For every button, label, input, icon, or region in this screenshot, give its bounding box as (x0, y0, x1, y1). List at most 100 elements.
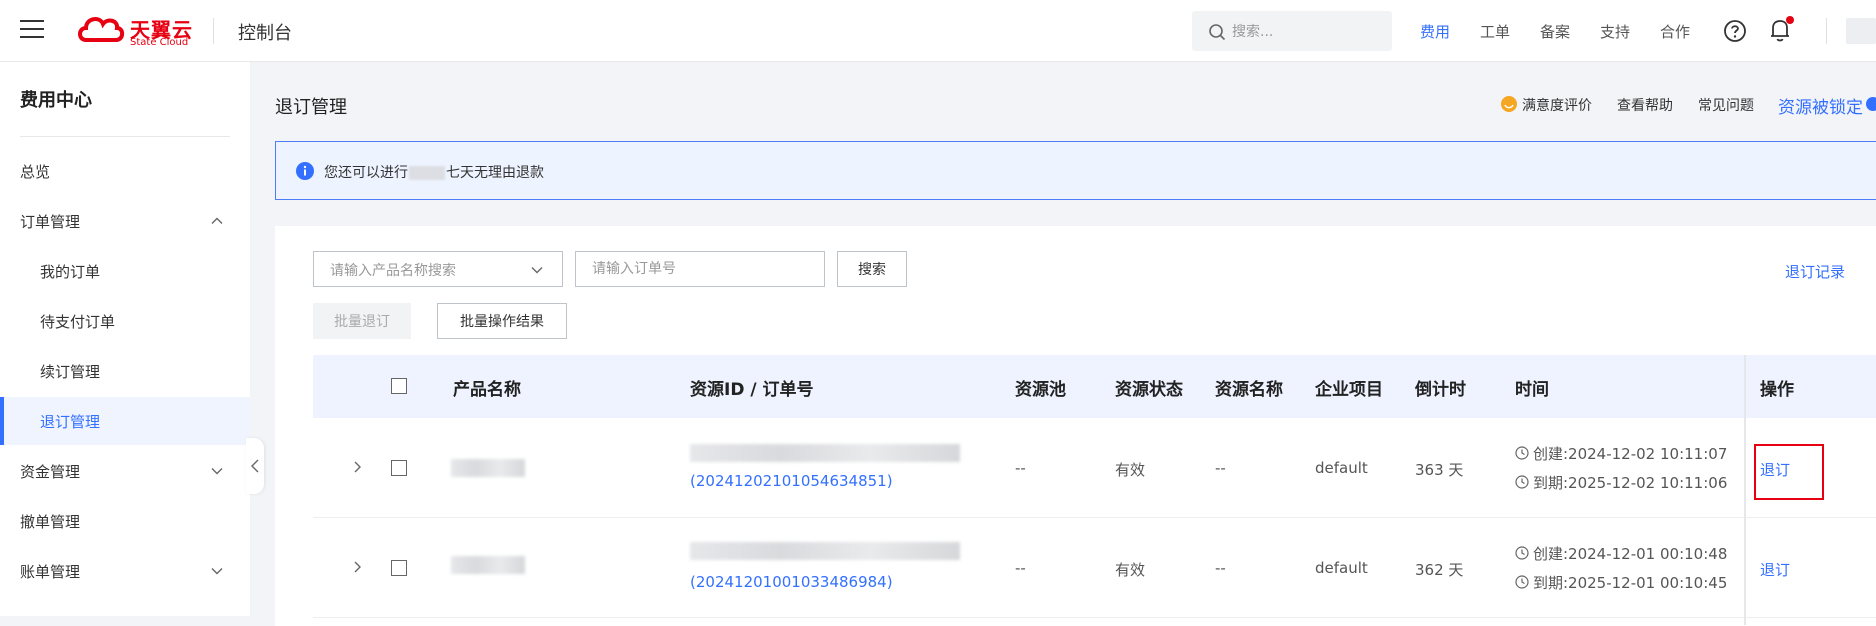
notice-suffix: 七天无理由退款 (446, 165, 544, 181)
resource-name: -- (1215, 559, 1226, 577)
header-divider-right (1826, 18, 1827, 44)
column-header: 资源ID / 订单号 (690, 380, 814, 400)
help-link[interactable]: 查看帮助 (1617, 95, 1673, 115)
sidebar-item-overview[interactable]: 总览 (0, 147, 250, 195)
column-header: 时间 (1515, 380, 1549, 400)
operation-column-divider (1744, 355, 1746, 625)
row-checkbox[interactable] (391, 460, 407, 476)
table-header: 产品名称 资源ID / 订单号 资源池 资源状态 资源名称 企业项目 倒计时 时… (313, 355, 1876, 418)
redacted-resource-id (690, 542, 960, 560)
expire-time-text: 到期:2025-12-02 10:11:06 (1533, 474, 1728, 492)
top-bar: 天翼云 State Cloud 控制台 费用 工单 备案 支持 合作 (0, 0, 1876, 62)
sidebar-item-bill-management[interactable]: 账单管理 (0, 547, 250, 595)
select-all-checkbox[interactable] (391, 378, 407, 394)
column-header: 企业项目 (1315, 380, 1383, 400)
column-header: 倒计时 (1415, 380, 1466, 400)
nav-support[interactable]: 支持 (1600, 21, 1630, 42)
locked-badge-icon (1866, 97, 1876, 111)
expand-row-icon[interactable] (353, 460, 363, 474)
satisfaction-link[interactable]: 满意度评价 (1522, 95, 1592, 115)
sidebar-item-pending-orders[interactable]: 待支付订单 (0, 297, 250, 345)
column-header: 操作 (1760, 380, 1794, 400)
sidebar-item-order-management[interactable]: 订单管理 (0, 197, 250, 245)
resource-pool: -- (1015, 559, 1026, 577)
unsubscribe-record-link[interactable]: 退订记录 (1785, 261, 1845, 282)
order-number-input[interactable] (575, 251, 825, 287)
sidebar-item-label: 总览 (20, 163, 51, 181)
global-search[interactable] (1192, 11, 1392, 51)
chevron-down-icon (531, 267, 543, 274)
console-title[interactable]: 控制台 (238, 19, 292, 45)
chevron-down-icon (211, 468, 223, 475)
clock-icon (1515, 475, 1529, 489)
cloud-logo-icon (78, 17, 125, 42)
brand-logo[interactable]: 天翼云 State Cloud (76, 12, 206, 50)
order-number[interactable]: (20241201001033486984) (690, 573, 893, 591)
nav-tickets[interactable]: 工单 (1480, 21, 1510, 42)
expire-time-text: 到期:2025-12-01 00:10:45 (1533, 574, 1728, 592)
faq-link[interactable]: 常见问题 (1698, 95, 1754, 115)
created-time-text: 创建:2024-12-01 00:10:48 (1533, 545, 1728, 563)
clock-icon (1515, 546, 1529, 560)
notification-dot (1786, 16, 1794, 24)
product-name-select[interactable]: 请输入产品名称搜索 (313, 251, 563, 287)
sidebar-item-withdrawal-management[interactable]: 撤单管理 (0, 497, 250, 545)
order-number[interactable]: (20241202101054634851) (690, 472, 893, 490)
brand-name-en: State Cloud (130, 37, 189, 48)
clock-icon (1515, 575, 1529, 589)
sidebar-item-renewal-management[interactable]: 续订管理 (0, 347, 250, 395)
avatar[interactable] (1846, 18, 1876, 44)
search-icon (1209, 24, 1226, 41)
highlight-box (1754, 444, 1824, 500)
sidebar-collapse-toggle[interactable] (246, 438, 264, 494)
redacted-product-name (451, 556, 525, 574)
expand-row-icon[interactable] (353, 560, 363, 574)
search-button[interactable]: 搜索 (837, 251, 907, 287)
resource-status: 有效 (1115, 561, 1146, 579)
sidebar-item-label: 撤单管理 (20, 513, 81, 531)
product-select-placeholder: 请输入产品名称搜索 (330, 263, 456, 279)
created-time: 创建:2024-12-01 00:10:48 (1515, 543, 1727, 564)
created-time-text: 创建:2024-12-02 10:11:07 (1533, 445, 1728, 463)
nav-partner[interactable]: 合作 (1660, 21, 1690, 42)
sidebar-item-label: 退订管理 (40, 413, 101, 431)
countdown: 362 天 (1415, 561, 1464, 579)
row-checkbox[interactable] (391, 560, 407, 576)
smile-icon (1501, 96, 1517, 112)
chevron-up-icon (211, 217, 223, 224)
info-icon (296, 162, 314, 180)
sidebar: 费用中心 总览 订单管理 我的订单 待支付订单 续订管理 退订管理 资金管理 撤… (0, 62, 250, 616)
expire-time: 到期:2025-12-02 10:11:06 (1515, 472, 1727, 493)
clock-icon (1515, 446, 1529, 460)
batch-results-button[interactable]: 批量操作结果 (437, 303, 567, 339)
sidebar-item-my-orders[interactable]: 我的订单 (0, 247, 250, 295)
column-header: 资源状态 (1115, 380, 1183, 400)
sidebar-item-fund-management[interactable]: 资金管理 (0, 447, 250, 495)
global-search-input[interactable] (1230, 19, 1384, 45)
column-header: 资源名称 (1215, 380, 1283, 400)
nav-fees[interactable]: 费用 (1420, 21, 1450, 42)
enterprise-project: default (1315, 459, 1368, 477)
chevron-left-icon (251, 459, 259, 473)
created-time: 创建:2024-12-02 10:11:07 (1515, 443, 1727, 464)
resource-locked-link[interactable]: 资源被锁定 (1778, 93, 1863, 118)
batch-unsubscribe-button[interactable]: 批量退订 (313, 303, 411, 339)
redacted-count (409, 166, 445, 180)
help-icon[interactable] (1723, 19, 1747, 43)
menu-icon[interactable] (20, 20, 44, 40)
sidebar-item-unsubscribe-management[interactable]: 退订管理 (0, 397, 250, 445)
expire-time: 到期:2025-12-01 00:10:45 (1515, 572, 1727, 593)
sidebar-item-label: 资金管理 (20, 463, 81, 481)
sidebar-item-label: 我的订单 (40, 263, 101, 281)
notice-text: 您还可以进行 七天无理由退款 (324, 162, 544, 182)
table-row: (20241201001033486984) -- 有效 -- default … (313, 518, 1876, 618)
sidebar-item-label: 续订管理 (40, 363, 101, 381)
nav-filing[interactable]: 备案 (1540, 21, 1570, 42)
unsubscribe-link[interactable]: 退订 (1760, 559, 1790, 580)
resource-name: -- (1215, 459, 1226, 477)
column-header: 资源池 (1015, 380, 1066, 400)
sidebar-item-label: 订单管理 (20, 213, 81, 231)
chevron-down-icon (211, 568, 223, 575)
sidebar-divider (20, 136, 230, 137)
redacted-resource-id (690, 444, 960, 462)
